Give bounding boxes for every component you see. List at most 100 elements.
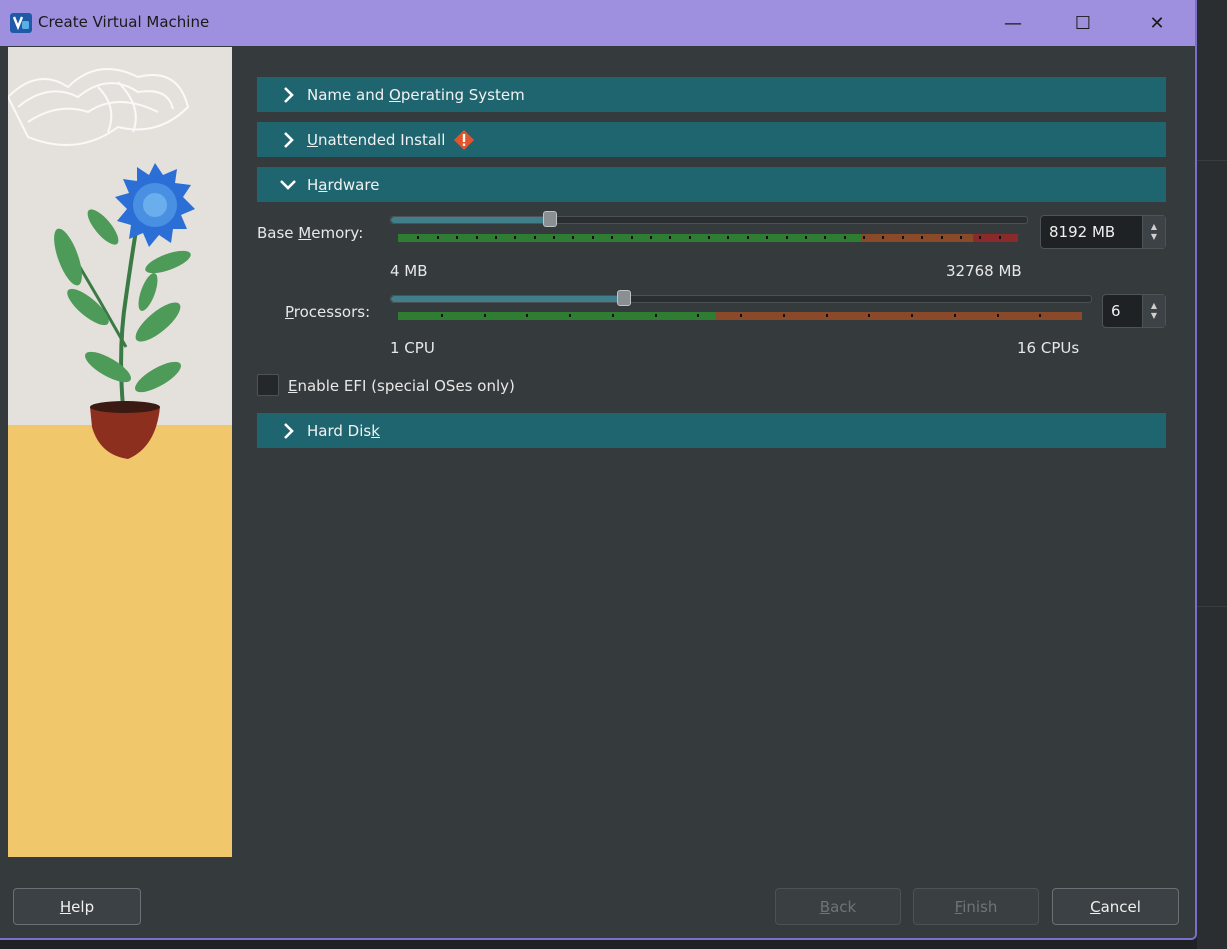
scale-tick: [979, 236, 981, 239]
scale-tick: [868, 314, 870, 317]
scale-tick: [954, 314, 956, 317]
scale-tick: [997, 314, 999, 317]
section-label: Hardware: [307, 175, 380, 194]
scale-segment: [398, 312, 717, 320]
chevron-down-icon: [280, 179, 296, 190]
create-vm-dialog: Create Virtual Machine — ☐ ✕ Name and Op…: [0, 0, 1197, 940]
scale-tick: [441, 314, 443, 317]
scale-tick: [783, 314, 785, 317]
chevron-right-icon: [284, 131, 294, 148]
scale-tick: [786, 236, 788, 239]
processors-slider[interactable]: [390, 290, 1092, 306]
spin-up-icon[interactable]: ▲: [1151, 301, 1157, 311]
base-memory-label: Base Memory:: [257, 224, 364, 242]
scale-tick: [766, 236, 768, 239]
scale-tick: [911, 314, 913, 317]
base-memory-slider[interactable]: [390, 211, 1028, 227]
scale-tick: [476, 236, 478, 239]
processor-capacity-scale: [398, 312, 1082, 320]
scale-tick: [437, 236, 439, 239]
processors-label: Processors:: [285, 303, 371, 321]
scale-tick: [514, 236, 516, 239]
virtualbox-app-icon: [10, 13, 32, 33]
processors-max-label: 16 CPUs: [1017, 339, 1080, 357]
scale-tick: [553, 236, 555, 239]
scale-tick: [655, 314, 657, 317]
scale-tick: [999, 236, 1001, 239]
scale-tick: [417, 236, 419, 239]
scale-tick: [697, 314, 699, 317]
base-memory-value[interactable]: 8192 MB: [1041, 223, 1142, 241]
scale-tick: [727, 236, 729, 239]
scale-tick: [611, 236, 613, 239]
scale-tick: [669, 236, 671, 239]
scale-tick: [863, 236, 865, 239]
help-button[interactable]: Help: [13, 888, 141, 925]
spin-arrows[interactable]: ▲ ▼: [1142, 216, 1165, 248]
scale-tick: [495, 236, 497, 239]
wizard-illustration: [8, 47, 232, 857]
scale-tick: [921, 236, 923, 239]
scale-tick: [689, 236, 691, 239]
window-title: Create Virtual Machine: [38, 13, 210, 31]
scale-segment: [716, 312, 1082, 320]
section-hard-disk[interactable]: Hard Disk: [257, 413, 1166, 448]
scale-tick: [960, 236, 962, 239]
scale-tick: [844, 236, 846, 239]
scale-tick: [1039, 314, 1041, 317]
scale-tick: [526, 314, 528, 317]
scale-tick: [902, 236, 904, 239]
back-button[interactable]: Back: [775, 888, 901, 925]
spin-down-icon[interactable]: ▼: [1151, 232, 1157, 242]
section-unattended-install[interactable]: Unattended Install: [257, 122, 1166, 157]
scale-tick: [484, 314, 486, 317]
scale-tick: [708, 236, 710, 239]
spin-arrows[interactable]: ▲ ▼: [1142, 295, 1165, 327]
enable-efi-checkbox[interactable]: [257, 374, 279, 396]
scale-tick: [456, 236, 458, 239]
section-label: Unattended Install: [307, 130, 446, 149]
title-bar[interactable]: Create Virtual Machine — ☐ ✕: [0, 0, 1195, 46]
scale-tick: [805, 236, 807, 239]
scale-tick: [572, 236, 574, 239]
scale-tick: [941, 236, 943, 239]
chevron-right-icon: [284, 422, 294, 439]
scale-tick: [826, 314, 828, 317]
memory-capacity-scale: [398, 234, 1018, 242]
close-button[interactable]: ✕: [1134, 8, 1180, 38]
scale-tick: [569, 314, 571, 317]
finish-button[interactable]: Finish: [913, 888, 1039, 925]
scale-tick: [612, 314, 614, 317]
minimize-button[interactable]: —: [990, 8, 1036, 38]
processors-min-label: 1 CPU: [390, 339, 435, 357]
scale-tick: [747, 236, 749, 239]
maximize-button[interactable]: ☐: [1060, 8, 1106, 38]
scale-segment: [398, 234, 862, 242]
cancel-button[interactable]: Cancel: [1052, 888, 1179, 925]
memory-max-label: 32768 MB: [946, 262, 1022, 280]
processors-spinbox[interactable]: 6 ▲ ▼: [1102, 294, 1166, 328]
scale-tick: [631, 236, 633, 239]
slider-handle[interactable]: [543, 211, 557, 227]
scale-tick: [882, 236, 884, 239]
memory-min-label: 4 MB: [390, 262, 428, 280]
warning-icon: [454, 129, 475, 150]
scale-tick: [650, 236, 652, 239]
scale-tick: [824, 236, 826, 239]
dialog-footer: Help Back Finish Cancel: [0, 869, 1195, 938]
scale-tick: [592, 236, 594, 239]
desktop-background: [1197, 0, 1227, 949]
section-label: Hard Disk: [307, 421, 380, 440]
enable-efi-label[interactable]: Enable EFI (special OSes only): [288, 377, 515, 395]
scale-segment: [861, 234, 974, 242]
base-memory-spinbox[interactable]: 8192 MB ▲ ▼: [1040, 215, 1166, 249]
spin-down-icon[interactable]: ▼: [1151, 311, 1157, 321]
spin-up-icon[interactable]: ▲: [1151, 222, 1157, 232]
slider-handle[interactable]: [617, 290, 631, 306]
scale-tick: [534, 236, 536, 239]
section-hardware[interactable]: Hardware: [257, 167, 1166, 202]
section-label: Name and Operating System: [307, 85, 525, 104]
chevron-right-icon: [284, 86, 294, 103]
section-name-and-os[interactable]: Name and Operating System: [257, 77, 1166, 112]
processors-value[interactable]: 6: [1103, 302, 1142, 320]
